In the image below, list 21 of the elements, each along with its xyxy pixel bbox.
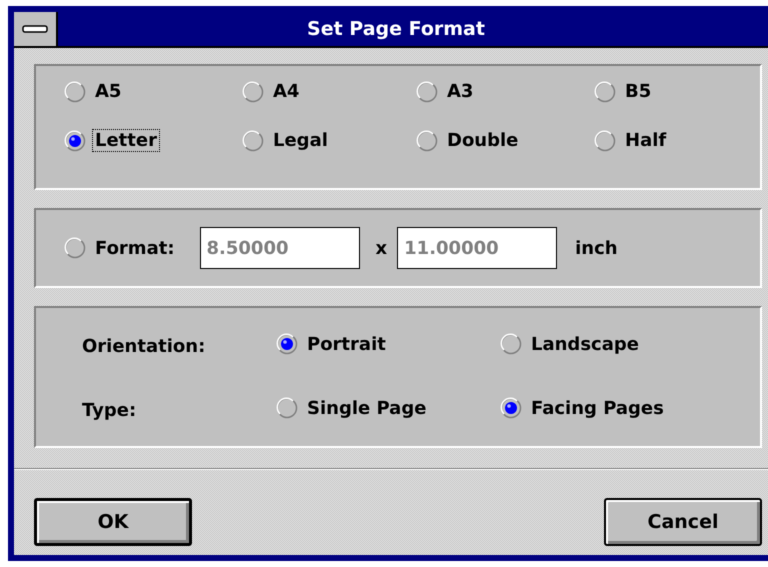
window-title: Set Page Format (306, 18, 486, 40)
field-label: Orientation: (82, 336, 206, 356)
unit-label: inch (575, 238, 618, 258)
radio-option[interactable]: A5 (64, 80, 242, 103)
radio-option[interactable]: Facing Pages (500, 396, 667, 420)
radio-option[interactable]: Legal (242, 129, 416, 152)
radio-option[interactable]: Double (416, 129, 594, 152)
minus-bar-icon (22, 25, 48, 33)
radio-option[interactable]: A4 (242, 80, 416, 103)
field-label: Type: (82, 400, 138, 420)
radio-option[interactable]: Half (594, 129, 744, 152)
radio-option[interactable]: Single Page (276, 396, 430, 420)
radio-option[interactable]: Landscape (500, 332, 642, 356)
radio-option[interactable]: B5 (594, 80, 744, 103)
ok-button[interactable]: OK (34, 498, 192, 546)
radio-option[interactable]: Letter (64, 129, 242, 152)
radio-option[interactable]: Portrait (276, 332, 389, 356)
system-menu-button[interactable] (14, 12, 58, 46)
times-sign: x (376, 238, 388, 258)
cancel-button[interactable]: Cancel (604, 498, 762, 546)
radio-option[interactable]: A3 (416, 80, 594, 103)
